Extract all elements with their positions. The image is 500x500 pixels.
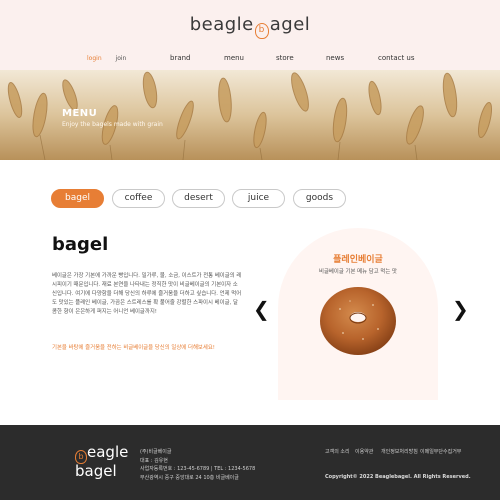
footer-logo[interactable]: b eagle bagel bbox=[75, 443, 129, 480]
site-header: beagle b agel login join brand menu store … bbox=[0, 0, 500, 70]
footer-logo-line-1: eagle bbox=[87, 443, 129, 461]
bagel-image bbox=[320, 287, 396, 355]
logo-b-mark-icon: b bbox=[254, 23, 269, 39]
tab-desert[interactable]: desert bbox=[172, 189, 225, 208]
brand-logo[interactable]: beagle b agel bbox=[0, 14, 500, 39]
category-title: bagel bbox=[52, 234, 109, 255]
featured-product-name: 플레인베이글 bbox=[333, 255, 383, 265]
login-link[interactable]: login bbox=[87, 55, 102, 62]
hero-title: MENU bbox=[62, 108, 98, 119]
footer-link-privacy[interactable]: 개인정보처리방침 bbox=[381, 448, 418, 455]
hero-banner: MENU Enjoy the bagels made with grain bbox=[0, 70, 500, 160]
footer-ceo: 대표 : 김유현 bbox=[140, 457, 168, 464]
nav-contact-us[interactable]: contact us bbox=[378, 54, 415, 62]
nav-store[interactable]: store bbox=[276, 54, 294, 62]
join-link[interactable]: join bbox=[116, 55, 127, 62]
nav-brand[interactable]: brand bbox=[170, 54, 191, 62]
tab-coffee[interactable]: coffee bbox=[112, 189, 165, 208]
nav-menu[interactable]: menu bbox=[224, 54, 244, 62]
category-highlight-text: 기본을 바탕에 즐거움을 전하는 비글베이글을 당신의 일상에 더해보세요! bbox=[52, 345, 215, 351]
footer-address: 부산광역시 중구 중앙대로 24 10층 비글베이글 bbox=[140, 474, 239, 481]
footer-logo-line-2: bagel bbox=[75, 462, 128, 480]
logo-text-beagle: beagle bbox=[189, 14, 254, 35]
tab-juice[interactable]: juice bbox=[232, 189, 285, 208]
footer-link-terms[interactable]: 이용약관 bbox=[355, 448, 373, 455]
prev-arrow-icon[interactable]: ❮ bbox=[253, 299, 270, 319]
tab-bagel[interactable]: bagel bbox=[51, 189, 104, 208]
footer-logo-line-2-b: b bbox=[75, 462, 85, 480]
tab-goods[interactable]: goods bbox=[293, 189, 346, 208]
footer-company-info: (주)비글베이글 대표 : 김유현 사업자등록번호 : 123-45-6789 … bbox=[140, 448, 255, 482]
featured-product-desc: 비글베이글 기본 메뉴 담고 먹는 맛 bbox=[319, 269, 397, 275]
footer-link-email-policy[interactable]: 이메일무단수집거부 bbox=[420, 448, 461, 455]
footer-copyright: Copyright© 2022 Beaglebagel. All Rights … bbox=[325, 474, 471, 480]
footer-logo-line-2-text: agel bbox=[84, 462, 117, 480]
footer-business-number: 사업자등록번호 : 123-45-6789 | TEL : 1234-5678 bbox=[140, 466, 256, 472]
utility-links: login join bbox=[87, 55, 138, 62]
logo-text-agel: agel bbox=[269, 14, 311, 35]
footer-company-name: (주)비글베이글 bbox=[140, 449, 172, 455]
category-description: 베이글은 가장 기본에 가까운 빵입니다. 밀가루, 물, 소금, 이스트가 전… bbox=[52, 273, 242, 315]
footer-link-feedback[interactable]: 고객의 소리 bbox=[325, 448, 350, 455]
hero-subtitle: Enjoy the bagels made with grain bbox=[62, 121, 163, 128]
nav-news[interactable]: news bbox=[326, 54, 344, 62]
next-arrow-icon[interactable]: ❯ bbox=[452, 299, 469, 319]
